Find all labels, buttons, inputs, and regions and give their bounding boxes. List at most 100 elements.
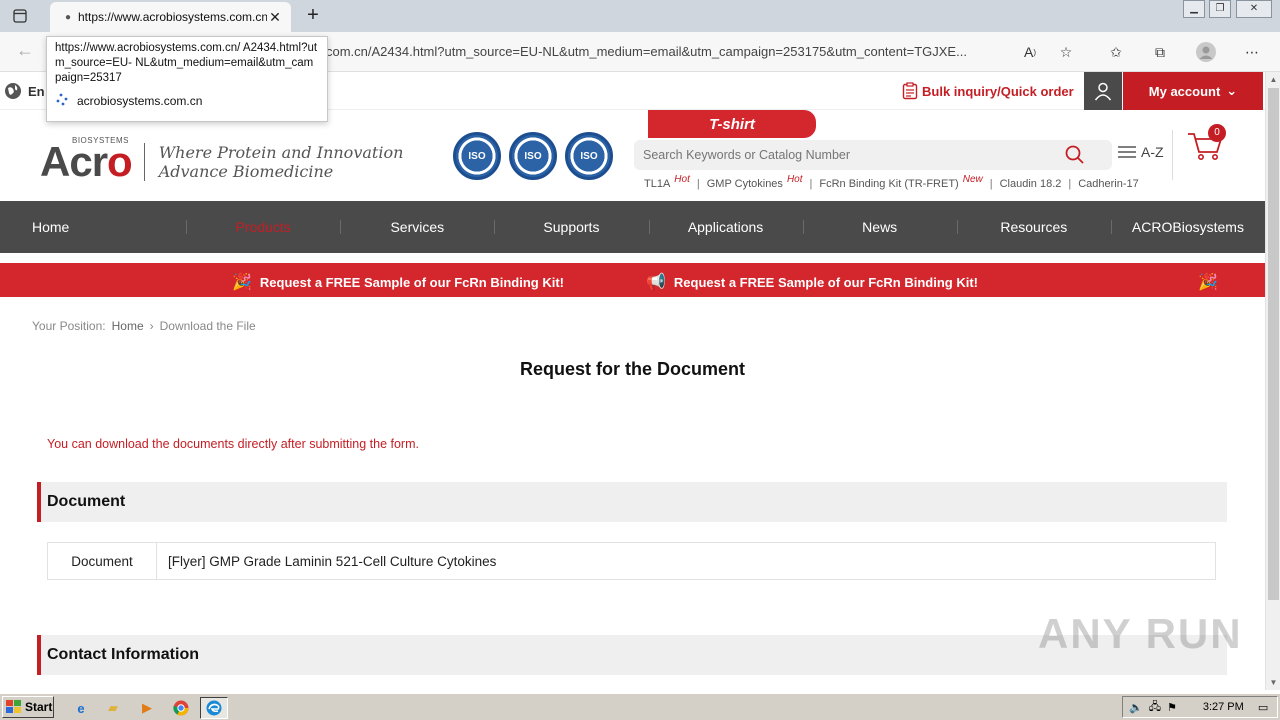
address-field[interactable]: com.cn/A2434.html?utm_source=EU-NL&utm_m… xyxy=(326,38,1082,66)
nav-services[interactable]: Services xyxy=(340,201,494,253)
scroll-up-arrow-icon[interactable]: ▲ xyxy=(1266,72,1280,87)
chrome-icon[interactable] xyxy=(170,697,192,719)
flag-icon[interactable]: ⚑ xyxy=(1167,701,1177,714)
a-z-label: A-Z xyxy=(1141,144,1164,160)
slogan: Where Protein and Innovation Advance Bio… xyxy=(159,143,404,181)
hot-link[interactable]: FcRn Binding Kit (TR-FRET) New xyxy=(819,174,982,190)
separator: | xyxy=(809,178,813,190)
iso-label: ISO xyxy=(468,150,486,162)
hot-keywords: TL1A Hot | GMP Cytokines Hot | FcRn Bindin… xyxy=(644,174,1139,190)
window-minimize-button[interactable]: ▁ xyxy=(1183,0,1205,18)
logo-left: Acr xyxy=(40,138,108,185)
hot-link-label: Claudin 18.2 xyxy=(999,178,1062,190)
banner-message[interactable]: 📢 Request a FREE Sample of our FcRn Bind… xyxy=(646,272,978,292)
main-navigation: Home Products Services Supports Applicat… xyxy=(0,201,1265,253)
hot-link[interactable]: Cadherin-17 xyxy=(1078,178,1139,190)
search-box xyxy=(634,140,1112,170)
banner-message: 🎉 xyxy=(1198,272,1218,292)
search-input[interactable] xyxy=(634,140,1044,170)
nav-applications[interactable]: Applications xyxy=(648,201,803,253)
search-icon[interactable] xyxy=(1064,144,1086,166)
clipboard-icon xyxy=(902,82,918,100)
document-field-value: [Flyer] GMP Grade Laminin 521-Cell Cultu… xyxy=(168,553,497,569)
explorer-folder-icon[interactable]: ▰ xyxy=(102,697,124,719)
banner-message[interactable]: 🎉 Request a FREE Sample of our FcRn Bind… xyxy=(232,272,564,292)
separator: | xyxy=(1068,178,1072,190)
acro-logo[interactable]: BIOSYSTEMS Acro Where Protein and Innova… xyxy=(40,136,404,186)
clock: 3:27 PM xyxy=(1202,701,1244,713)
start-label: Start xyxy=(25,700,53,714)
show-desktop-icon[interactable]: ▭ xyxy=(1258,701,1268,714)
nav-resources[interactable]: Resources xyxy=(956,201,1111,253)
logo-biosystems-text: BIOSYSTEMS xyxy=(72,136,130,145)
language-switch[interactable]: En xyxy=(4,82,45,100)
loading-icon: ● xyxy=(64,11,72,23)
network-icon[interactable]: 🖧 xyxy=(1149,698,1161,717)
breadcrumb-home[interactable]: Home xyxy=(112,319,144,333)
header-divider xyxy=(1172,130,1173,180)
browser-tab-active[interactable]: ● https://www.acrobiosystems.com.cn/A243… xyxy=(50,2,291,32)
new-tab-button[interactable]: + xyxy=(302,4,324,26)
nav-home[interactable]: Home xyxy=(0,201,186,253)
hot-tag: Hot xyxy=(674,174,690,185)
start-button[interactable]: Start xyxy=(2,696,54,718)
document-section-heading: Document xyxy=(37,482,1227,522)
announcement-banner[interactable]: 🎉 Request a FREE Sample of our FcRn Bind… xyxy=(0,263,1265,297)
collections-icon[interactable]: ⧉ xyxy=(1148,40,1172,64)
tab-actions-icon[interactable] xyxy=(10,6,30,26)
tshirt-promo-banner[interactable]: T-shirt xyxy=(648,110,816,138)
nav-supports[interactable]: Supports xyxy=(494,201,648,253)
watermark-text: ANY RUN xyxy=(1038,610,1243,657)
back-arrow-icon[interactable]: ← xyxy=(16,40,34,61)
logo-divider xyxy=(143,143,145,181)
window-close-button[interactable]: ✕ xyxy=(1236,0,1272,18)
nav-news[interactable]: News xyxy=(802,201,957,253)
iso-label: ISO xyxy=(524,150,542,162)
tooltip-hostname: acrobiosystems.com.cn xyxy=(77,93,203,108)
hot-link[interactable]: Claudin 18.2 xyxy=(1000,178,1062,190)
browser-titlebar: ● https://www.acrobiosystems.com.cn/A243… xyxy=(0,0,1280,32)
more-menu-icon[interactable]: ⋯ xyxy=(1240,40,1264,64)
user-icon xyxy=(1094,82,1112,101)
megaphone-icon: 📢 xyxy=(646,274,666,291)
logo-wordmark: Acro xyxy=(40,138,133,186)
breadcrumb-current: Download the File xyxy=(159,319,256,333)
media-player-icon[interactable]: ▶ xyxy=(136,697,158,719)
hot-link-label: GMP Cytokines xyxy=(706,178,783,190)
scroll-down-arrow-icon[interactable]: ▼ xyxy=(1266,675,1280,690)
breadcrumb-label: Your Position: xyxy=(32,319,106,333)
globe-icon xyxy=(5,83,21,99)
scroll-thumb[interactable] xyxy=(1268,88,1279,600)
banner-text: Request a FREE Sample of our FcRn Bindin… xyxy=(259,274,564,290)
document-field-label: Document xyxy=(48,543,157,579)
download-notice: You can download the documents directly … xyxy=(47,437,419,451)
volume-icon[interactable]: 🔈 xyxy=(1129,701,1143,714)
new-tag: New xyxy=(962,174,983,185)
breadcrumb: Your Position: Home › Download the File xyxy=(32,319,256,333)
ie-icon[interactable]: e xyxy=(70,697,92,719)
user-button[interactable] xyxy=(1084,72,1122,110)
add-favorite-icon[interactable]: ☆ xyxy=(1054,40,1078,64)
my-account-menu[interactable]: My account ⌄ xyxy=(1123,72,1263,110)
read-aloud-icon[interactable]: A) xyxy=(1018,40,1042,64)
page-title: Request for the Document xyxy=(519,359,746,379)
bulk-inquiry-link[interactable]: Bulk inquiry/Quick order xyxy=(902,82,1074,100)
edge-icon[interactable] xyxy=(200,697,228,719)
close-tab-icon[interactable]: ✕ xyxy=(267,9,283,26)
profile-icon[interactable] xyxy=(1194,40,1218,64)
bulk-inquiry-label: Bulk inquiry/Quick order xyxy=(922,83,1074,99)
hot-link-label: Cadherin-17 xyxy=(1078,178,1139,190)
hot-link[interactable]: GMP Cytokines Hot xyxy=(706,174,803,190)
nav-acrobiosystems[interactable]: ACROBiosystems xyxy=(1110,201,1265,253)
tab-hover-tooltip: https://www.acrobiosystems.com.cn/ A2434… xyxy=(46,36,328,122)
window-maximize-button[interactable]: ❐ xyxy=(1209,0,1231,18)
hot-link[interactable]: TL1A Hot xyxy=(644,174,690,190)
windows-logo-icon xyxy=(6,700,21,713)
page-scrollbar[interactable]: ▲ ▼ xyxy=(1265,72,1280,690)
a-z-index-button[interactable]: A-Z xyxy=(1118,144,1164,160)
anyrun-watermark: ANY RUN xyxy=(1038,610,1243,658)
separator: | xyxy=(989,178,993,190)
nav-products[interactable]: Products xyxy=(186,201,340,253)
favorites-icon[interactable]: ✩ xyxy=(1104,40,1128,64)
iso-badge-icon: ISO xyxy=(453,132,501,180)
